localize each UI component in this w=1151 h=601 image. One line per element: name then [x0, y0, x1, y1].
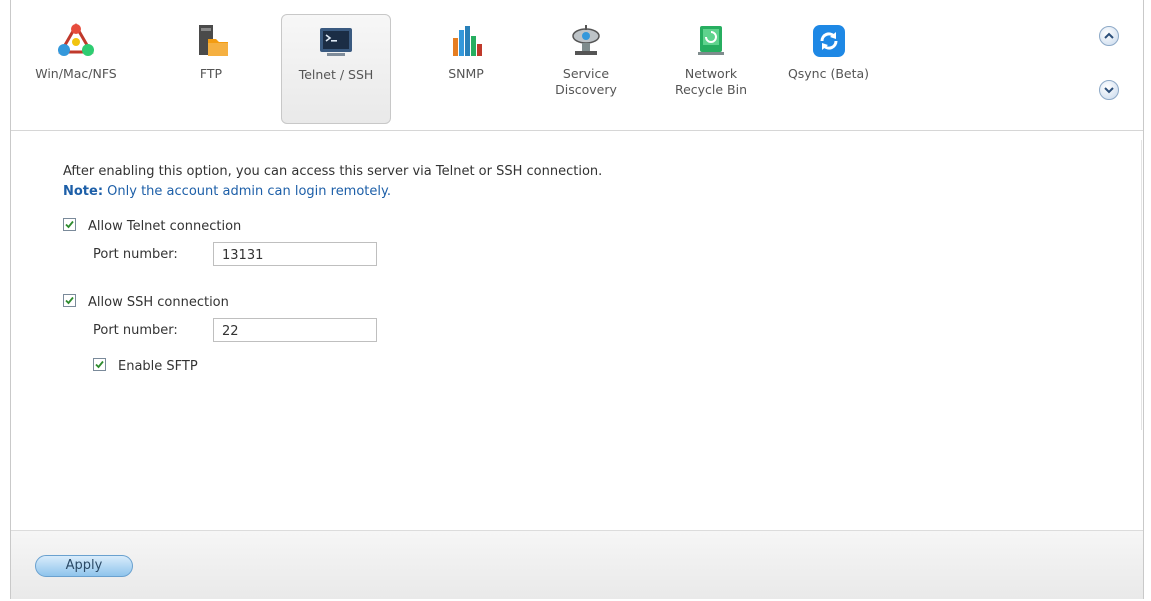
scroll-up-button[interactable] — [1099, 26, 1119, 46]
tab-label: Qsync (Beta) — [787, 66, 870, 81]
tab-label-line2: Discovery — [555, 82, 617, 97]
snmp-icon — [453, 26, 482, 56]
tab-telnet-ssh[interactable]: Telnet / SSH — [281, 14, 391, 124]
service-toolbar: Win/Mac/NFS FTP Telnet / SSH SNMP Servic… — [11, 0, 1143, 131]
tab-qsync[interactable]: Qsync (Beta) — [781, 14, 876, 124]
apply-button[interactable]: Apply — [35, 555, 133, 577]
tab-network-recycle-bin[interactable]: Network Recycle Bin — [666, 14, 756, 124]
ssh-port-label: Port number: — [93, 323, 178, 338]
footer-bar: Apply — [11, 530, 1143, 599]
ssh-checkbox[interactable] — [63, 294, 76, 307]
tab-label-line2: Recycle Bin — [674, 82, 748, 97]
tab-snmp[interactable]: SNMP — [436, 14, 496, 124]
sftp-label: Enable SFTP — [118, 359, 198, 374]
sftp-option[interactable]: Enable SFTP — [93, 358, 198, 374]
tab-label-line1: Network — [684, 66, 738, 81]
ssh-option[interactable]: Allow SSH connection — [63, 294, 229, 310]
telnet-label: Allow Telnet connection — [88, 219, 242, 234]
win-mac-nfs-icon — [58, 22, 94, 56]
tab-win-mac-nfs[interactable]: Win/Mac/NFS — [31, 14, 121, 124]
tab-label: Telnet / SSH — [298, 67, 374, 82]
tab-ftp[interactable]: FTP — [181, 14, 241, 124]
note-text: Note: Only the account admin can login r… — [63, 184, 391, 199]
telnet-ssh-icon — [320, 28, 352, 56]
checkmark-icon — [65, 220, 74, 229]
telnet-option[interactable]: Allow Telnet connection — [63, 218, 241, 234]
service-discovery-icon — [572, 25, 600, 55]
tab-label: Win/Mac/NFS — [35, 66, 117, 81]
chevron-up-icon — [1104, 32, 1114, 39]
note-message: Only the account admin can login remotel… — [103, 184, 391, 199]
network-recycle-bin-icon — [698, 26, 724, 55]
sftp-checkbox[interactable] — [93, 358, 106, 371]
tab-label: SNMP — [448, 66, 484, 81]
note-label: Note: — [63, 184, 104, 199]
qsync-icon — [812, 25, 845, 57]
ftp-icon — [199, 25, 228, 56]
scroll-down-button[interactable] — [1099, 80, 1119, 100]
tab-label: FTP — [199, 66, 223, 81]
telnet-port-label: Port number: — [93, 247, 178, 262]
checkmark-icon — [95, 360, 104, 369]
tab-service-discovery[interactable]: Service Discovery — [546, 14, 626, 124]
settings-panel: Win/Mac/NFS FTP Telnet / SSH SNMP Servic… — [10, 0, 1144, 599]
ssh-port-input[interactable] — [213, 318, 377, 342]
ssh-label: Allow SSH connection — [88, 295, 229, 310]
divider — [1141, 140, 1142, 430]
tab-label-line1: Service — [562, 66, 610, 81]
telnet-checkbox[interactable] — [63, 218, 76, 231]
checkmark-icon — [65, 296, 74, 305]
chevron-down-icon — [1104, 87, 1114, 94]
telnet-port-input[interactable] — [213, 242, 377, 266]
description-text: After enabling this option, you can acce… — [63, 164, 603, 179]
